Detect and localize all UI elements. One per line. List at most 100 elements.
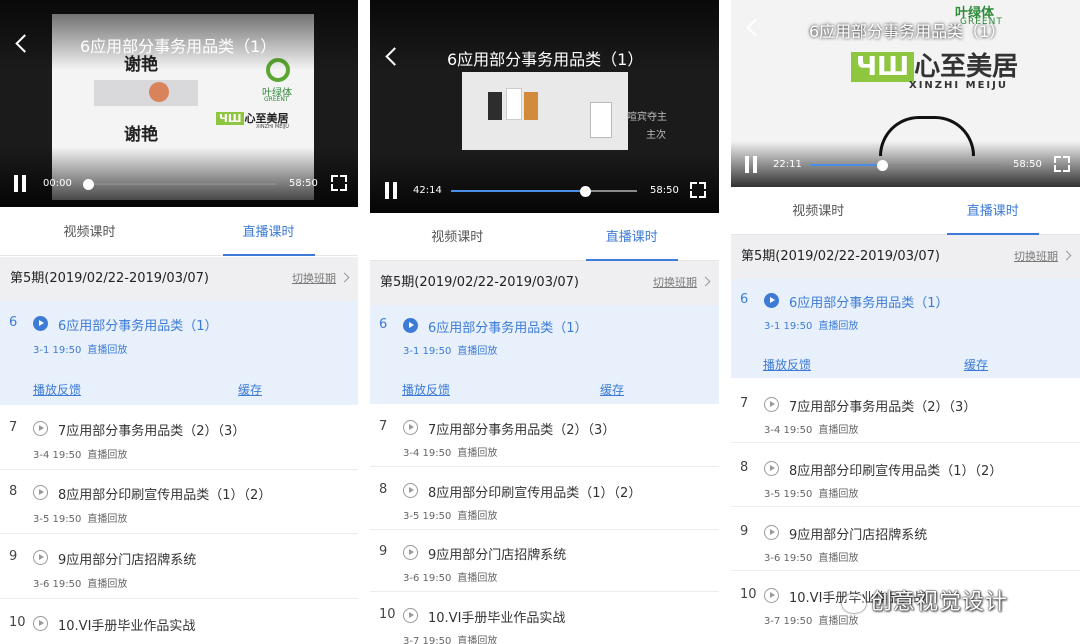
slide-content (462, 72, 628, 150)
progress-track[interactable] (810, 160, 1000, 171)
lesson-date: 3-4 19:50 (403, 448, 452, 459)
back-icon[interactable] (745, 16, 761, 38)
lesson-row[interactable]: 7 7应用部分事务用品类（2）（3） 3-4 19:50 直播回放 (370, 406, 719, 467)
video-player[interactable]: 喧宾夺主 主次 6应用部分事务用品类（1） 42:14 58:50 (370, 0, 719, 213)
progress-track[interactable] (451, 186, 637, 197)
lesson-row[interactable]: 7 7应用部分事务用品类（2）（3） 3-4 19:50 直播回放 (0, 407, 358, 470)
play-icon[interactable] (33, 421, 48, 436)
progress-fill (810, 164, 883, 166)
tab-live-lessons[interactable]: 直播课时 (179, 211, 358, 256)
lesson-meta: 3-7 19:50 直播回放 (403, 632, 497, 644)
logo-xieyan-2: 谢艳 (124, 125, 158, 145)
cache-link[interactable]: 缓存 (238, 381, 262, 398)
play-icon[interactable] (764, 525, 779, 540)
lesson-row[interactable]: 10 10.VI手册毕业作品实战 3-7 19:50直播回放 (370, 594, 719, 644)
fullscreen-icon[interactable] (331, 175, 347, 191)
lesson-number: 7 (379, 419, 388, 434)
back-icon[interactable] (384, 45, 400, 67)
play-icon[interactable] (764, 397, 779, 412)
lesson-title: 7应用部分事务用品类（2）（3） (789, 400, 977, 415)
lesson-row[interactable]: 7 7应用部分事务用品类（2）（3） 3-4 19:50 直播回放 (731, 380, 1080, 443)
pause-button[interactable] (744, 156, 758, 173)
lesson-row[interactable]: 10 10.VI手册毕业作品实战 3-7 19:50直播回放 (0, 601, 358, 644)
play-icon[interactable] (403, 318, 418, 333)
duration: 58:50 (650, 185, 679, 196)
play-icon[interactable] (764, 588, 779, 603)
lesson-row[interactable]: 8 8应用部分印刷宣传用品类（1）（2） 3-5 19:50 直播回放 (370, 469, 719, 530)
watermark: 创意视觉设计 (842, 584, 1008, 616)
lesson-meta: 3-4 19:50 直播回放 (33, 446, 127, 461)
video-player[interactable]: 谢艳 谢艳 叶绿体 GREENT ЧШ心至美居 XINZHI MEIJU 6应用… (0, 0, 358, 207)
feedback-link[interactable]: 播放反馈 (763, 356, 811, 373)
lesson-meta: 3-6 19:50 直播回放 (33, 575, 127, 590)
play-icon[interactable] (33, 616, 48, 631)
lesson-number: 6 (740, 292, 749, 307)
switch-period-link[interactable]: 切换班期 (1014, 235, 1058, 279)
lesson-meta: 3-6 19:50 直播回放 (764, 549, 858, 564)
lesson-date: 3-5 19:50 (764, 489, 813, 500)
progress-thumb[interactable] (83, 179, 94, 190)
tab-video-lessons[interactable]: 视频课时 (731, 190, 906, 234)
play-icon[interactable] (403, 545, 418, 560)
pause-button[interactable] (384, 182, 398, 199)
play-icon[interactable] (764, 293, 779, 308)
pause-button[interactable] (13, 175, 27, 192)
xinzhi-logo-en: XINZHI MEIJU (909, 80, 1008, 91)
screen-2: 喧宾夺主 主次 6应用部分事务用品类（1） 42:14 58:50 视频课时 直… (370, 0, 719, 644)
tab-video-lessons[interactable]: 视频课时 (370, 216, 545, 260)
xinzhi-logo-en: XINZHI MEIJU (256, 124, 289, 130)
play-icon[interactable] (33, 316, 48, 331)
play-icon[interactable] (33, 485, 48, 500)
lesson-number: 7 (9, 420, 18, 435)
fullscreen-icon[interactable] (1054, 156, 1070, 172)
lesson-row[interactable]: 8 8应用部分印刷宣传用品类（1）（2） 3-5 19:50 直播回放 (731, 444, 1080, 507)
lesson-date: 3-5 19:50 (33, 514, 82, 525)
lesson-date: 3-7 19:50 (764, 616, 813, 627)
video-player[interactable]: 叶绿体 GREENT ЧШ 心至美居 XINZHI MEIJU 6应用部分事务用品… (731, 0, 1080, 187)
current-time: 42:14 (413, 185, 442, 196)
progress-thumb[interactable] (579, 186, 591, 197)
current-time: 00:00 (43, 178, 72, 189)
lesson-row[interactable]: 9 9应用部分门店招牌系统 3-6 19:50 直播回放 (370, 531, 719, 592)
feedback-link[interactable]: 播放反馈 (33, 381, 81, 398)
play-icon[interactable] (33, 550, 48, 565)
lesson-row[interactable]: 9 9应用部分门店招牌系统 3-6 19:50 直播回放 (731, 508, 1080, 571)
period-bar: 第5期(2019/02/22-2019/03/07) 切换班期 (731, 235, 1080, 279)
lesson-type: 直播回放 (457, 573, 498, 584)
lesson-type: 直播回放 (87, 345, 128, 356)
feedback-link[interactable]: 播放反馈 (402, 381, 450, 398)
tab-live-lessons[interactable]: 直播课时 (545, 216, 720, 261)
lesson-row-active[interactable]: 6 6应用部分事务用品类（1） 3-1 19:50 直播回放 播放反馈 缓存 (731, 279, 1080, 378)
lesson-row[interactable]: 9 9应用部分门店招牌系统 3-6 19:50 直播回放 (0, 536, 358, 599)
video-title: 6应用部分事务用品类（1） (809, 22, 1006, 41)
play-icon[interactable] (764, 461, 779, 476)
play-icon[interactable] (403, 608, 418, 623)
orange-circle (149, 82, 169, 102)
lesson-title: 8应用部分印刷宣传用品类（1）（2） (789, 464, 1003, 479)
lesson-row-active[interactable]: 6 6应用部分事务用品类（1） 3-1 19:50 直播回放 播放反馈 缓存 (370, 305, 719, 404)
video-title: 6应用部分事务用品类（1） (447, 50, 644, 69)
lesson-title: 6应用部分事务用品类（1） (428, 321, 588, 336)
lesson-row-active[interactable]: 6 6应用部分事务用品类（1） 3-1 19:50 直播回放 播放反馈 缓存 (0, 301, 358, 405)
lesson-meta: 3-4 19:50 直播回放 (403, 444, 497, 459)
play-icon[interactable] (403, 420, 418, 435)
lesson-meta: 3-4 19:50 直播回放 (764, 421, 858, 436)
tab-video-lessons[interactable]: 视频课时 (0, 211, 179, 255)
back-icon[interactable] (14, 32, 30, 54)
lesson-meta: 3-5 19:50 直播回放 (403, 507, 497, 522)
switch-period-link[interactable]: 切换班期 (292, 257, 336, 301)
fullscreen-icon[interactable] (690, 182, 706, 198)
progress-track[interactable] (83, 179, 276, 190)
cache-link[interactable]: 缓存 (600, 381, 624, 398)
lesson-date: 3-6 19:50 (403, 573, 452, 584)
lesson-type: 直播回放 (818, 321, 859, 332)
cache-link[interactable]: 缓存 (964, 356, 988, 373)
play-icon[interactable] (403, 483, 418, 498)
switch-period-link[interactable]: 切换班期 (653, 261, 697, 305)
lesson-number: 8 (379, 482, 388, 497)
lesson-title: 10.VI手册毕业作品实战 (428, 611, 566, 626)
duration: 58:50 (289, 178, 318, 189)
tab-live-lessons[interactable]: 直播课时 (906, 190, 1080, 235)
card-mockup (488, 92, 502, 120)
lesson-row[interactable]: 8 8应用部分印刷宣传用品类（1）（2） 3-5 19:50 直播回放 (0, 471, 358, 534)
